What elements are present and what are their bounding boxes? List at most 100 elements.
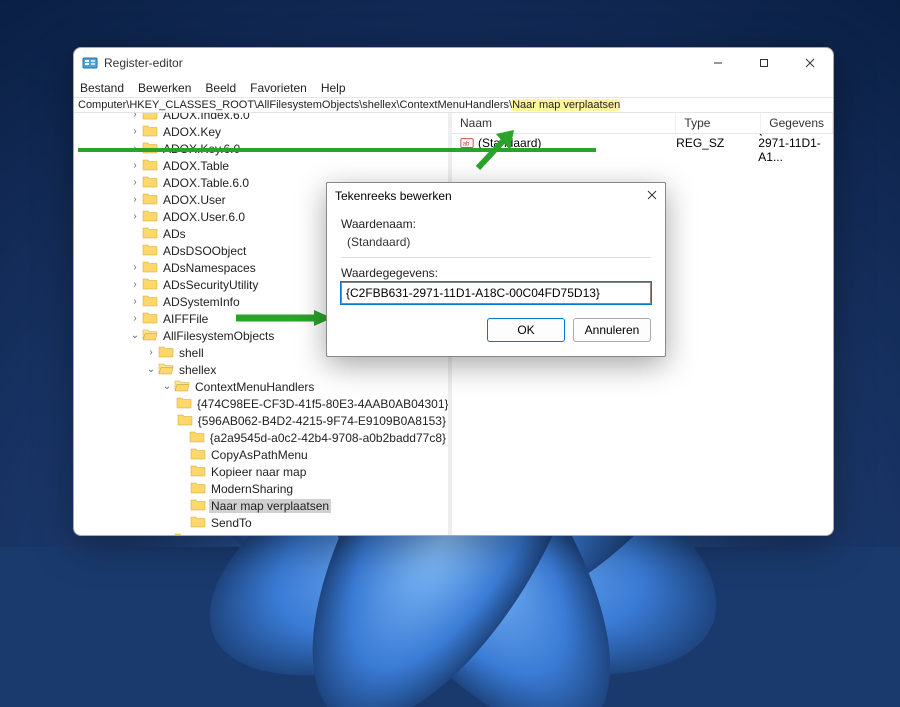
tree-item-label: PropertySheetHandlers: [193, 533, 322, 536]
folder-icon: [190, 514, 209, 531]
menu-favorites[interactable]: Favorieten: [250, 81, 307, 95]
folder-icon: [142, 259, 161, 276]
window-title: Register-editor: [104, 56, 695, 70]
tree-item-label: ContextMenuHandlers: [193, 380, 316, 394]
chevron-right-icon[interactable]: ›: [160, 534, 174, 535]
folder-icon: [142, 208, 161, 225]
tree-item[interactable]: {a2a9545d-a0c2-42b4-9708-a0b2badd77c8}: [74, 429, 448, 446]
tree-item[interactable]: ⌄ shellex: [74, 361, 448, 378]
address-bar[interactable]: Computer\HKEY_CLASSES_ROOT\AllFilesystem…: [74, 98, 833, 113]
value-name-readonly: (Standaard): [341, 233, 651, 258]
menu-file[interactable]: Bestand: [80, 81, 124, 95]
tree-item-label: ADOX.User.6.0: [161, 210, 247, 224]
tree-item[interactable]: {596AB062-B4D2-4215-9F74-E9109B0A8153}: [74, 412, 448, 429]
tree-item-label: {a2a9545d-a0c2-42b4-9708-a0b2badd77c8}: [208, 431, 448, 445]
value-data-label: Waardegegevens:: [341, 266, 651, 280]
chevron-right-icon[interactable]: ›: [128, 211, 142, 222]
folder-icon: [142, 276, 161, 293]
titlebar[interactable]: Register-editor: [74, 48, 833, 78]
tree-item-label: CopyAsPathMenu: [209, 448, 310, 462]
tree-item-label: ADOX.Key: [161, 125, 223, 139]
tree-item-label: ADOX.Table.6.0: [161, 176, 251, 190]
tree-item[interactable]: › ADOX.Key: [74, 123, 448, 140]
chevron-down-icon[interactable]: ⌄: [128, 330, 142, 341]
folder-open-icon: [142, 327, 161, 344]
tree-item[interactable]: ⌄ ContextMenuHandlers: [74, 378, 448, 395]
svg-text:ab: ab: [463, 141, 470, 148]
tree-item-label: shell: [177, 346, 206, 360]
tree-item-label: ADSystemInfo: [161, 295, 242, 309]
address-highlight: Naar map verplaatsen: [512, 99, 620, 111]
folder-icon: [142, 293, 161, 310]
tree-item-label: ADsDSOObject: [161, 244, 248, 258]
chevron-right-icon[interactable]: ›: [128, 113, 142, 120]
tree-item-label: AIFFFile: [161, 312, 210, 326]
chevron-right-icon[interactable]: ›: [128, 126, 142, 137]
tree-item-label: ADsSecurityUtility: [161, 278, 260, 292]
tree-item-label: ADOX.User: [161, 193, 228, 207]
tree-item[interactable]: Naar map verplaatsen: [74, 497, 448, 514]
maximize-button[interactable]: [741, 48, 787, 78]
tree-item-label: shellex: [177, 363, 218, 377]
chevron-down-icon[interactable]: ⌄: [144, 364, 158, 375]
cancel-button[interactable]: Annuleren: [573, 318, 651, 342]
tree-item[interactable]: {474C98EE-CF3D-41f5-80E3-4AAB0AB04301}: [74, 395, 448, 412]
regedit-icon: [82, 55, 98, 71]
folder-icon: [142, 157, 161, 174]
value-type: REG_SZ: [676, 136, 724, 150]
tree-item-label: ADOX.Table: [161, 159, 231, 173]
tree-item[interactable]: › ADOX.Table: [74, 157, 448, 174]
folder-icon: [189, 429, 208, 446]
chevron-right-icon[interactable]: ›: [128, 160, 142, 171]
tree-item-label: ADsNamespaces: [161, 261, 258, 275]
chevron-right-icon[interactable]: ›: [128, 279, 142, 290]
tree-item-label: ADOX.Index.6.0: [161, 113, 252, 122]
menu-help[interactable]: Help: [321, 81, 346, 95]
dialog-close-button[interactable]: [647, 189, 657, 203]
menu-view[interactable]: Beeld: [205, 81, 236, 95]
tree-item[interactable]: › ADOX.Index.6.0: [74, 113, 448, 123]
folder-icon: [190, 446, 209, 463]
value-name-label: Waardenaam:: [341, 217, 651, 231]
tree-item-label: {474C98EE-CF3D-41f5-80E3-4AAB0AB04301}: [195, 397, 448, 411]
col-data[interactable]: Gegevens: [761, 113, 833, 133]
tree-item-label: Naar map verplaatsen: [209, 499, 331, 513]
chevron-right-icon[interactable]: ›: [128, 262, 142, 273]
annotation-underline: [78, 148, 596, 152]
dialog-title: Tekenreeks bewerken: [335, 189, 452, 203]
close-button[interactable]: [787, 48, 833, 78]
folder-icon: [142, 191, 161, 208]
chevron-down-icon[interactable]: ⌄: [160, 381, 174, 392]
folder-icon: [190, 463, 209, 480]
chevron-right-icon[interactable]: ›: [128, 177, 142, 188]
folder-icon: [142, 310, 161, 327]
tree-item[interactable]: SendTo: [74, 514, 448, 531]
col-type[interactable]: Type: [676, 113, 761, 133]
annotation-arrow-2: [234, 308, 334, 328]
tree-item-label: Kopieer naar map: [209, 465, 308, 479]
folder-icon: [142, 123, 161, 140]
tree-item-label: {596AB062-B4D2-4215-9F74-E9109B0A8153}: [196, 414, 448, 428]
chevron-right-icon[interactable]: ›: [128, 194, 142, 205]
folder-icon: [142, 174, 161, 191]
tree-item[interactable]: CopyAsPathMenu: [74, 446, 448, 463]
folder-icon: [174, 531, 193, 535]
tree-item-label: ModernSharing: [209, 482, 295, 496]
value-data-input[interactable]: [341, 282, 651, 304]
folder-icon: [142, 242, 161, 259]
chevron-right-icon[interactable]: ›: [128, 296, 142, 307]
tree-item[interactable]: ModernSharing: [74, 480, 448, 497]
chevron-right-icon[interactable]: ›: [144, 347, 158, 358]
chevron-right-icon[interactable]: ›: [128, 313, 142, 324]
menu-edit[interactable]: Bewerken: [138, 81, 191, 95]
menubar: Bestand Bewerken Beeld Favorieten Help: [74, 78, 833, 98]
tree-item[interactable]: Kopieer naar map: [74, 463, 448, 480]
tree-item[interactable]: › PropertySheetHandlers: [74, 531, 448, 535]
folder-icon: [177, 412, 196, 429]
minimize-button[interactable]: [695, 48, 741, 78]
folder-open-icon: [158, 361, 177, 378]
tree-item-label: ADs: [161, 227, 188, 241]
folder-icon: [190, 497, 209, 514]
folder-icon: [158, 344, 177, 361]
ok-button[interactable]: OK: [487, 318, 565, 342]
